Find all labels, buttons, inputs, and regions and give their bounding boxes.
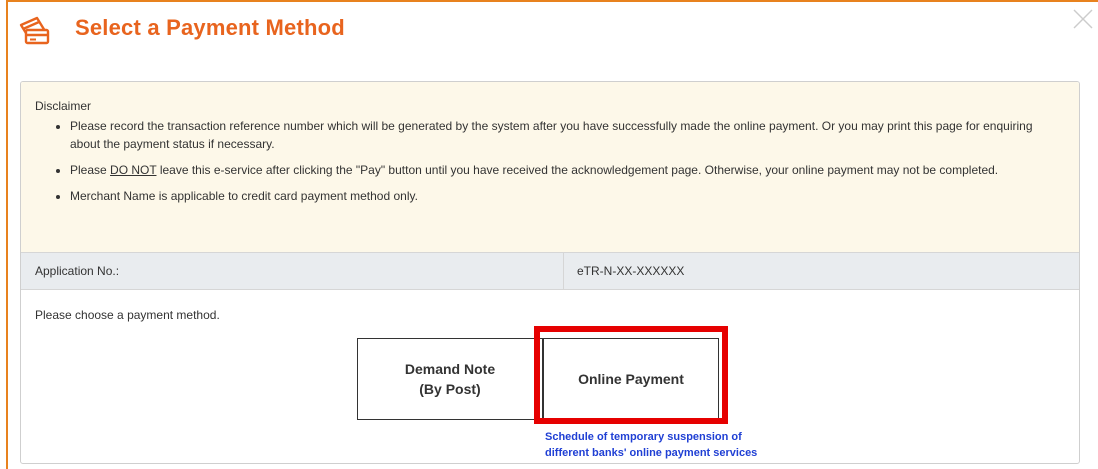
disclaimer-item-reference: Please record the transaction reference …	[70, 117, 1065, 153]
disclaimer-text: Please	[70, 163, 111, 177]
disclaimer-list: Please record the transaction reference …	[35, 117, 1065, 205]
link-line: different banks' online payment services	[545, 447, 758, 459]
disclaimer-item-merchant: Merchant Name is applicable to credit ca…	[70, 187, 1065, 205]
row-divider	[563, 253, 564, 289]
disclaimer-emphasis: DO NOT	[110, 163, 157, 177]
disclaimer-box: Disclaimer Please record the transaction…	[21, 82, 1079, 252]
demand-note-sublabel: (By Post)	[419, 381, 481, 397]
online-payment-button[interactable]: Online Payment	[543, 338, 719, 420]
disclaimer-text: leave this e-service after clicking the …	[156, 163, 999, 177]
dialog-title: Select a Payment Method	[75, 15, 345, 40]
application-number-value: eTR-N-XX-XXXXXX	[577, 264, 685, 278]
demand-note-button[interactable]: Demand Note (By Post)	[357, 338, 543, 420]
disclaimer-heading: Disclaimer	[35, 99, 92, 113]
payment-method-dialog: Select a Payment Method Disclaimer Pleas…	[6, 0, 1098, 469]
dialog-header: Select a Payment Method	[8, 2, 1098, 66]
close-icon[interactable]	[1070, 6, 1096, 32]
payment-panel: Disclaimer Please record the transaction…	[20, 81, 1080, 464]
application-number-label: Application No.:	[35, 264, 120, 278]
application-number-row: Application No.: eTR-N-XX-XXXXXX	[21, 252, 1079, 290]
online-payment-label: Online Payment	[578, 371, 684, 387]
link-line: Schedule of temporary suspension of	[545, 431, 742, 443]
payment-prompt: Please choose a payment method.	[35, 308, 220, 322]
suspension-schedule-link[interactable]: Schedule of temporary suspension of diff…	[545, 429, 757, 461]
payment-card-icon	[17, 15, 53, 47]
demand-note-label: Demand Note	[404, 361, 496, 377]
disclaimer-item-do-not-leave: Please DO NOT leave this e-service after…	[70, 161, 1065, 179]
